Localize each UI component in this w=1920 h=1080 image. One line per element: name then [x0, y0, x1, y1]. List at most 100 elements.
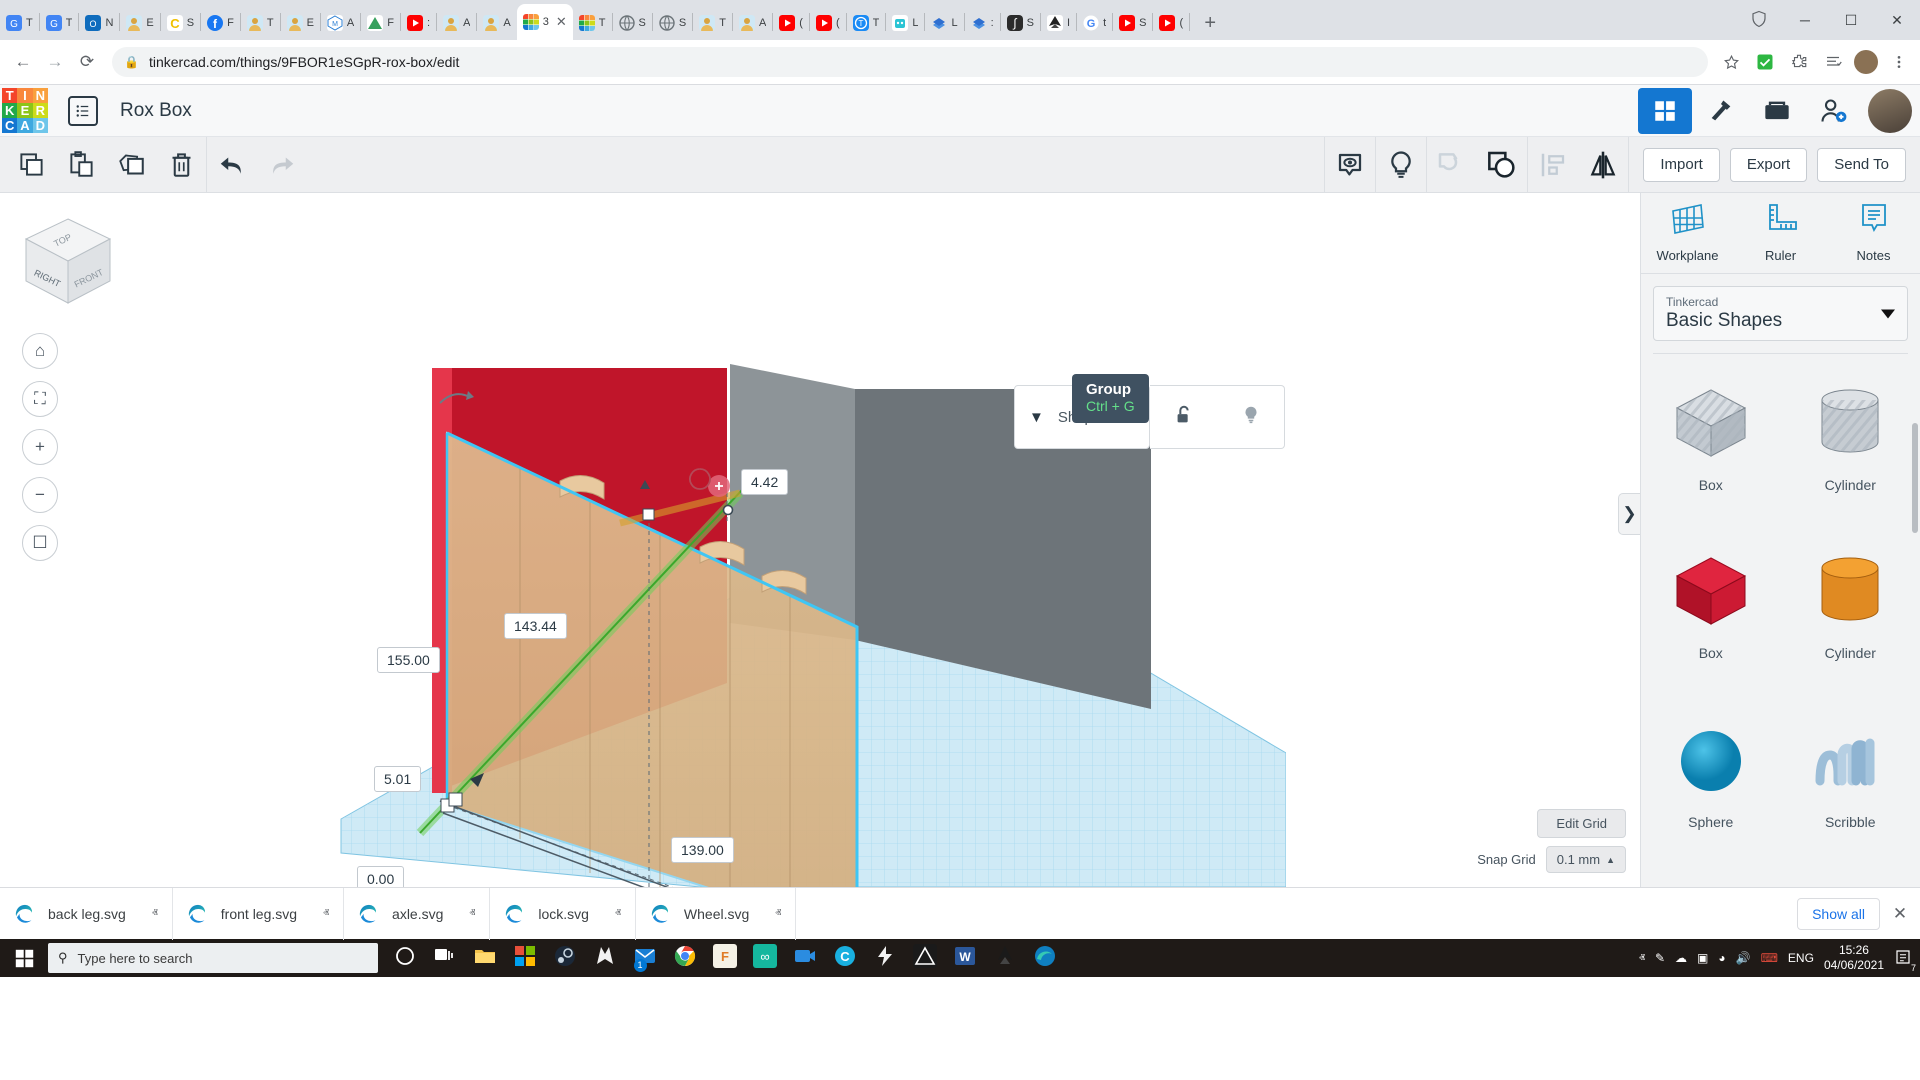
- browser-tab[interactable]: ∫S: [1001, 6, 1040, 40]
- language-indicator[interactable]: ENG: [1788, 951, 1814, 965]
- volume-icon[interactable]: 🔊: [1736, 951, 1751, 965]
- taskbar-app[interactable]: 1: [626, 939, 664, 977]
- panel-tool-notes[interactable]: Notes: [1827, 201, 1920, 263]
- browser-tab[interactable]: A: [733, 6, 772, 40]
- taskbar-app[interactable]: [666, 939, 704, 977]
- lightbulb-icon[interactable]: [1376, 137, 1426, 193]
- fit-icon[interactable]: ⛶: [22, 381, 58, 417]
- project-menu-icon[interactable]: [68, 96, 98, 126]
- show-all-downloads-button[interactable]: Show all: [1797, 898, 1880, 930]
- zoom-out-icon[interactable]: −: [22, 477, 58, 513]
- unlock-icon[interactable]: [1173, 403, 1195, 432]
- taskbar-app[interactable]: [986, 939, 1024, 977]
- browser-tab[interactable]: S: [1113, 6, 1152, 40]
- mirror-icon[interactable]: [1578, 137, 1628, 193]
- taskbar-app[interactable]: [866, 939, 904, 977]
- import-button[interactable]: Import: [1643, 148, 1720, 182]
- puzzle-icon[interactable]: [1786, 49, 1812, 75]
- browser-tab[interactable]: ON: [79, 6, 119, 40]
- taskbar-app[interactable]: [386, 939, 424, 977]
- dimension-label[interactable]: 0.00: [357, 866, 404, 887]
- browser-tab[interactable]: F: [361, 6, 400, 40]
- shape-popup-caret[interactable]: ▼: [1029, 409, 1044, 426]
- new-tab-button[interactable]: +: [1196, 9, 1224, 37]
- dimension-label[interactable]: 155.00: [377, 647, 440, 673]
- snap-grid-select[interactable]: 0.1 mm ▲: [1546, 846, 1626, 873]
- taskbar-app[interactable]: [906, 939, 944, 977]
- taskbar-app[interactable]: ∞: [746, 939, 784, 977]
- tray-chevron-icon[interactable]: ⱏ: [1639, 951, 1645, 966]
- reading-list-icon[interactable]: [1820, 49, 1846, 75]
- browser-tab[interactable]: GT: [0, 6, 39, 40]
- browser-tab[interactable]: (: [810, 6, 846, 40]
- forward-button[interactable]: →: [40, 47, 70, 77]
- taskbar-app[interactable]: C: [826, 939, 864, 977]
- wifi-icon[interactable]: ◕: [1718, 951, 1725, 965]
- 3d-design-tab[interactable]: [1638, 88, 1692, 134]
- undo-icon[interactable]: [207, 137, 257, 193]
- browser-tab[interactable]: T: [693, 6, 732, 40]
- browser-tab[interactable]: TT: [847, 6, 886, 40]
- browser-tab[interactable]: T: [573, 6, 612, 40]
- browser-tab-active[interactable]: 3✕: [517, 4, 573, 40]
- onedrive-icon[interactable]: ☁: [1675, 951, 1687, 965]
- dimension-label[interactable]: 139.00: [671, 837, 734, 863]
- back-button[interactable]: ←: [8, 47, 38, 77]
- browser-tab[interactable]: CS: [161, 6, 200, 40]
- ortho-icon[interactable]: ☐: [22, 525, 58, 561]
- browser-tab[interactable]: S: [653, 6, 692, 40]
- duplicate-icon[interactable]: [106, 137, 156, 193]
- download-item[interactable]: back leg.svgⱏ: [0, 888, 173, 940]
- note-eye-icon[interactable]: [1325, 137, 1375, 193]
- browser-tab[interactable]: Gt: [1077, 6, 1112, 40]
- search-input[interactable]: ⚲ Type here to search: [48, 943, 378, 973]
- tab-close-icon[interactable]: ✕: [556, 14, 567, 30]
- star-icon[interactable]: [1718, 49, 1744, 75]
- library-selector[interactable]: Tinkercad Basic Shapes: [1653, 286, 1908, 341]
- shape-item[interactable]: Box: [1641, 368, 1781, 536]
- browser-tab[interactable]: L: [925, 6, 963, 40]
- browser-tab[interactable]: fF: [201, 6, 240, 40]
- windows-start-icon[interactable]: [0, 939, 48, 977]
- download-menu-caret-icon[interactable]: ⱏ: [615, 906, 621, 921]
- dimension-label[interactable]: 4.42: [741, 469, 788, 495]
- shape-item[interactable]: Cylinder: [1781, 536, 1920, 704]
- lightbulb-icon[interactable]: [1240, 403, 1262, 432]
- download-menu-caret-icon[interactable]: ⱏ: [775, 906, 781, 921]
- dimension-label[interactable]: 143.44: [504, 613, 567, 639]
- edit-grid-button[interactable]: Edit Grid: [1537, 809, 1626, 838]
- taskbar-app[interactable]: [586, 939, 624, 977]
- panel-tool-workplane[interactable]: Workplane: [1641, 201, 1734, 263]
- notifications-icon[interactable]: 7: [1894, 948, 1912, 969]
- taskbar-app[interactable]: [1026, 939, 1064, 977]
- browser-tab[interactable]: E: [120, 6, 159, 40]
- paste-icon[interactable]: [56, 137, 106, 193]
- download-menu-caret-icon[interactable]: ⱏ: [323, 906, 329, 921]
- view-cube[interactable]: TOP RIGHT FRONT: [18, 211, 118, 311]
- browser-tab[interactable]: S: [613, 6, 652, 40]
- group-icon[interactable]: [1477, 137, 1527, 193]
- zoom-in-icon[interactable]: +: [22, 429, 58, 465]
- browser-tab[interactable]: A: [437, 6, 476, 40]
- taskbar-app[interactable]: [546, 939, 584, 977]
- browser-tab[interactable]: :: [965, 6, 1000, 40]
- taskbar-app[interactable]: [506, 939, 544, 977]
- taskbar-app[interactable]: W: [946, 939, 984, 977]
- browser-tab[interactable]: (: [1153, 6, 1189, 40]
- minimize-button[interactable]: ─: [1782, 4, 1828, 36]
- browser-tab[interactable]: E: [281, 6, 320, 40]
- download-item[interactable]: axle.svgⱏ: [344, 888, 490, 940]
- chevron-right-icon[interactable]: ❯: [1618, 493, 1640, 535]
- shape-item[interactable]: Sphere: [1641, 705, 1781, 873]
- keyboard-icon[interactable]: ⌨: [1761, 951, 1778, 965]
- browser-tab[interactable]: I: [1041, 6, 1076, 40]
- taskbar-app[interactable]: F: [706, 939, 744, 977]
- taskbar-app[interactable]: [466, 939, 504, 977]
- panel-tool-ruler[interactable]: Ruler: [1734, 201, 1827, 263]
- tinkercad-logo[interactable]: TINKERCAD: [2, 88, 48, 134]
- shape-item[interactable]: Scribble: [1781, 705, 1920, 873]
- extension-green-icon[interactable]: [1752, 49, 1778, 75]
- shape-inspector-right[interactable]: [1150, 385, 1285, 449]
- dimension-label[interactable]: 5.01: [374, 766, 421, 792]
- clock[interactable]: 15:26 04/06/2021: [1824, 943, 1884, 973]
